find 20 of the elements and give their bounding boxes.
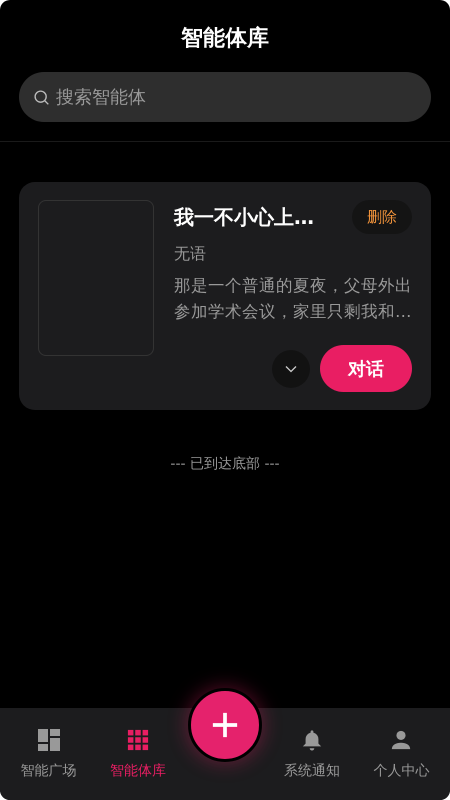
bell-icon bbox=[301, 728, 324, 752]
agent-description: 那是一个普通的夏夜，父母外出参加学术会议，家里只剩我和… bbox=[174, 275, 412, 323]
nav-tab[interactable]: 智能广场 bbox=[10, 708, 88, 781]
plus-icon bbox=[210, 711, 239, 739]
chat-button[interactable]: 对话 bbox=[320, 345, 412, 392]
agent-tag: 无语 bbox=[174, 244, 412, 265]
search-icon bbox=[33, 89, 50, 106]
search-field[interactable]: 搜索智能体 bbox=[19, 72, 431, 122]
nav-tab[interactable]: 系统通知 bbox=[273, 708, 352, 781]
grid-icon bbox=[126, 728, 149, 752]
end-of-list-text: --- 已到达底部 --- bbox=[169, 455, 281, 473]
delete-button[interactable]: 删除 bbox=[352, 200, 412, 234]
agent-card[interactable]: 我一不小心上… 删除 无语 那是一个普通的夏夜，父母外出参加学术会议，家里只剩我和… 对话 bbox=[19, 182, 431, 410]
nav-tab[interactable]: 智能体库 bbox=[98, 708, 177, 781]
nav-tab[interactable]: 个人中心 bbox=[362, 708, 440, 781]
page-title: 智能体库 bbox=[180, 24, 270, 53]
person-icon bbox=[390, 728, 412, 752]
dashboard-icon bbox=[36, 728, 61, 752]
agent-name: 我一不小心上… bbox=[174, 204, 314, 230]
chevron-down-icon bbox=[285, 364, 297, 372]
